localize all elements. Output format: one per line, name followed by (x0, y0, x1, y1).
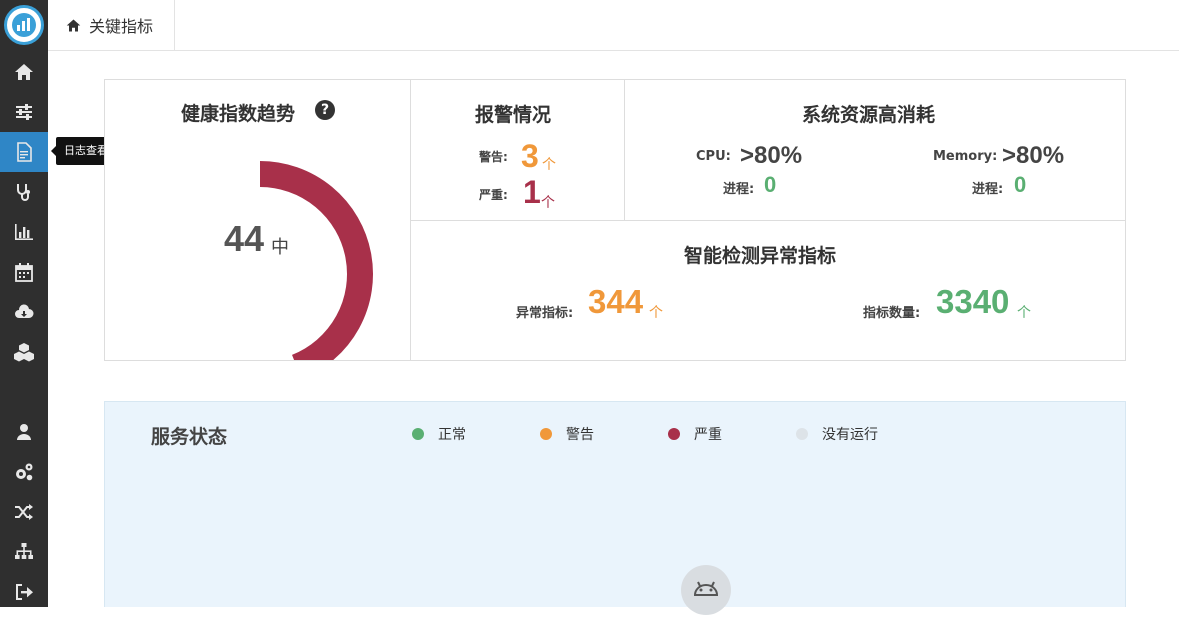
alerts-title: 报警情况 (475, 104, 552, 126)
nav-random[interactable] (0, 492, 48, 532)
metric-count-unit: 个 (1017, 305, 1031, 321)
help-icon[interactable]: ? (315, 100, 335, 120)
nav-settings[interactable] (0, 92, 48, 132)
health-level: 中 (271, 237, 289, 258)
nav-diagnose[interactable] (0, 172, 48, 212)
metric-count-label: 指标数量: (863, 306, 921, 321)
warning-unit: 个 (542, 157, 556, 173)
legend-dot (540, 428, 552, 440)
nav-statistics[interactable] (0, 212, 48, 252)
metric-count: 3340 (936, 283, 1010, 320)
anomaly-title: 智能检测异常指标 (684, 245, 837, 267)
severe-unit: 个 (541, 195, 555, 211)
nav-logout[interactable] (0, 572, 48, 612)
memory-process-label: 进程: (972, 182, 1004, 197)
sliders-icon (16, 104, 32, 120)
app-logo[interactable] (4, 5, 44, 45)
severe-label: 严重: (479, 188, 508, 202)
resources-title: 系统资源高消耗 (802, 104, 936, 126)
warning-label: 警告: (479, 150, 508, 164)
gears-icon (16, 463, 33, 481)
legend-dot (668, 428, 680, 440)
nav-calendar[interactable] (0, 252, 48, 292)
abnormal-count: 344 (588, 283, 644, 320)
service-status-title: 服务状态 (151, 426, 228, 448)
warning-count: 3 (521, 138, 539, 174)
legend-normal: 正常 (412, 424, 466, 444)
nav-modules[interactable] (0, 332, 48, 372)
legend-label: 没有运行 (822, 427, 878, 443)
sitemap-icon (15, 543, 33, 559)
breadcrumb-label: 关键指标 (89, 17, 154, 36)
abnormal-label: 异常指标: (516, 306, 574, 321)
legend-dot (796, 428, 808, 440)
topbar: 关键指标 (48, 0, 1179, 51)
divider (624, 80, 625, 221)
home-icon (66, 19, 81, 31)
legend-label: 警告 (566, 427, 594, 443)
legend-not-running: 没有运行 (796, 424, 878, 444)
service-status-panel: 服务状态 正常 警告 严重 没有运行 (104, 401, 1126, 615)
nav-config[interactable] (0, 452, 48, 492)
legend-severe: 严重 (668, 424, 722, 444)
divider (411, 220, 1125, 221)
legend-dot (412, 428, 424, 440)
home-icon (15, 64, 33, 80)
nav-download[interactable] (0, 292, 48, 332)
nav-home[interactable] (0, 52, 48, 92)
health-score: 44 (224, 218, 265, 259)
user-icon (17, 424, 31, 440)
severe-count: 1 (523, 174, 541, 210)
kpi-panel: 健康指数趋势 ? 44 中 报警情况 警告: 3 个 严重: 1 个 系统资源高… (104, 79, 1126, 361)
abnormal-unit: 个 (649, 305, 663, 321)
cpu-process-count: 0 (764, 172, 777, 197)
nav-topology[interactable] (0, 532, 48, 572)
memory-label: Memory: (933, 149, 998, 164)
cpu-label: CPU: (696, 149, 731, 164)
breadcrumb[interactable]: 关键指标 (48, 0, 175, 50)
log-file-icon (17, 142, 32, 162)
legend-warning: 警告 (540, 424, 594, 444)
shuffle-icon (15, 504, 33, 520)
android-icon (693, 581, 719, 596)
nav-user[interactable] (0, 412, 48, 452)
bar-chart-icon (15, 224, 33, 240)
service-node[interactable] (681, 565, 731, 615)
legend-label: 正常 (438, 427, 466, 443)
legend-label: 严重 (694, 427, 722, 443)
memory-value: >80% (1002, 142, 1065, 169)
health-gauge-arc (259, 161, 373, 360)
stethoscope-icon (17, 184, 30, 201)
memory-process-count: 0 (1014, 172, 1027, 197)
calendar-icon (15, 263, 33, 282)
cpu-process-label: 进程: (723, 182, 755, 197)
nav-log-view[interactable] (0, 132, 48, 172)
sidebar (0, 0, 48, 607)
cubes-icon (14, 343, 34, 362)
cloud-download-icon (15, 304, 34, 318)
cpu-value: >80% (740, 142, 803, 169)
sign-out-icon (16, 584, 33, 600)
